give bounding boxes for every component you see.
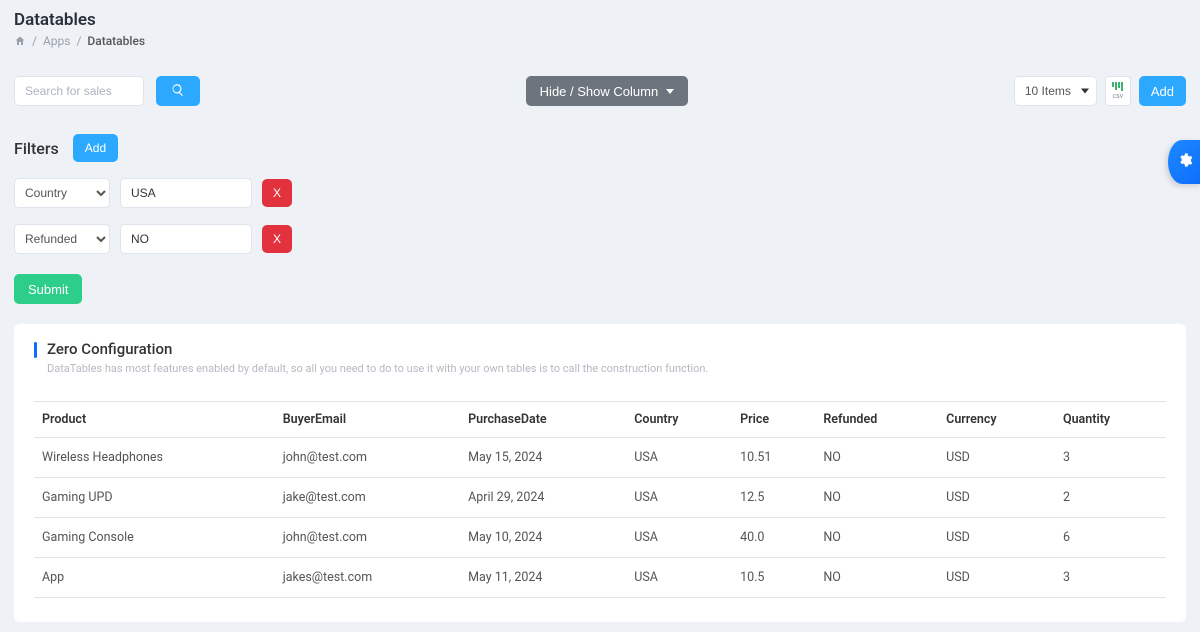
home-icon[interactable] bbox=[14, 35, 26, 47]
card-subtitle: DataTables has most features enabled by … bbox=[47, 362, 1166, 375]
filter-value-input[interactable] bbox=[120, 178, 252, 208]
table-cell: 3 bbox=[1055, 438, 1166, 478]
table-cell: NO bbox=[815, 518, 938, 558]
table-cell: 3 bbox=[1055, 558, 1166, 598]
filter-row: Refunded X bbox=[14, 224, 1186, 254]
column-header[interactable]: PurchaseDate bbox=[460, 402, 626, 438]
breadcrumb-apps[interactable]: Apps bbox=[43, 34, 71, 48]
table-cell: 10.5 bbox=[732, 558, 815, 598]
table-cell: USD bbox=[938, 478, 1055, 518]
column-header[interactable]: BuyerEmail bbox=[275, 402, 460, 438]
table-cell: USA bbox=[626, 518, 732, 558]
table-cell: May 10, 2024 bbox=[460, 518, 626, 558]
table-cell: App bbox=[34, 558, 275, 598]
table-cell: john@test.com bbox=[275, 518, 460, 558]
export-csv-button[interactable]: csv bbox=[1105, 76, 1131, 106]
filter-field-select[interactable]: Refunded bbox=[14, 224, 110, 254]
table-cell: jake@test.com bbox=[275, 478, 460, 518]
page-title: Datatables bbox=[14, 10, 1186, 30]
filter-value-input[interactable] bbox=[120, 224, 252, 254]
table-row[interactable]: Gaming Consolejohn@test.comMay 10, 2024U… bbox=[34, 518, 1166, 558]
add-button[interactable]: Add bbox=[1139, 76, 1186, 106]
table-cell: Wireless Headphones bbox=[34, 438, 275, 478]
table-row[interactable]: Gaming UPDjake@test.comApril 29, 2024USA… bbox=[34, 478, 1166, 518]
hide-show-column-button[interactable]: Hide / Show Column bbox=[526, 76, 689, 106]
table-cell: 2 bbox=[1055, 478, 1166, 518]
table-cell: 12.5 bbox=[732, 478, 815, 518]
table-cell: April 29, 2024 bbox=[460, 478, 626, 518]
search-input[interactable] bbox=[14, 76, 144, 106]
table-cell: USA bbox=[626, 558, 732, 598]
table-row[interactable]: Wireless Headphonesjohn@test.comMay 15, … bbox=[34, 438, 1166, 478]
table-cell: May 11, 2024 bbox=[460, 558, 626, 598]
column-header[interactable]: Price bbox=[732, 402, 815, 438]
table-cell: USA bbox=[626, 478, 732, 518]
gear-icon bbox=[1177, 152, 1193, 172]
remove-filter-button[interactable]: X bbox=[262, 225, 292, 253]
column-header[interactable]: Product bbox=[34, 402, 275, 438]
remove-filter-button[interactable]: X bbox=[262, 179, 292, 207]
table-cell: NO bbox=[815, 558, 938, 598]
table-cell: 40.0 bbox=[732, 518, 815, 558]
table-cell: john@test.com bbox=[275, 438, 460, 478]
add-filter-button[interactable]: Add bbox=[73, 134, 118, 162]
column-header[interactable]: Quantity bbox=[1055, 402, 1166, 438]
settings-tab[interactable] bbox=[1168, 140, 1200, 184]
breadcrumb-separator: / bbox=[32, 34, 37, 48]
breadcrumb: / Apps / Datatables bbox=[14, 34, 1186, 48]
card-accent bbox=[34, 342, 37, 358]
table-cell: USD bbox=[938, 558, 1055, 598]
table-cell: Gaming Console bbox=[34, 518, 275, 558]
data-table: ProductBuyerEmailPurchaseDateCountryPric… bbox=[34, 401, 1166, 598]
filter-row: Country X bbox=[14, 178, 1186, 208]
table-cell: NO bbox=[815, 478, 938, 518]
bar-chart-icon bbox=[1112, 82, 1123, 91]
table-cell: jakes@test.com bbox=[275, 558, 460, 598]
table-cell: May 15, 2024 bbox=[460, 438, 626, 478]
table-cell: NO bbox=[815, 438, 938, 478]
submit-button[interactable]: Submit bbox=[14, 274, 82, 304]
items-per-page-select[interactable]: 10 Items bbox=[1014, 76, 1097, 106]
column-header[interactable]: Currency bbox=[938, 402, 1055, 438]
breadcrumb-current: Datatables bbox=[87, 34, 145, 48]
search-button[interactable] bbox=[156, 76, 200, 106]
column-header[interactable]: Country bbox=[626, 402, 732, 438]
table-cell: USD bbox=[938, 438, 1055, 478]
table-row[interactable]: Appjakes@test.comMay 11, 2024USA10.5NOUS… bbox=[34, 558, 1166, 598]
breadcrumb-separator: / bbox=[76, 34, 81, 48]
filter-field-select[interactable]: Country bbox=[14, 178, 110, 208]
filters-title: Filters bbox=[14, 139, 59, 158]
csv-label: csv bbox=[1113, 92, 1124, 100]
chevron-down-icon bbox=[666, 89, 674, 94]
table-cell: 6 bbox=[1055, 518, 1166, 558]
card-zero-configuration: Zero Configuration DataTables has most f… bbox=[14, 324, 1186, 622]
table-cell: USA bbox=[626, 438, 732, 478]
card-title: Zero Configuration bbox=[47, 340, 172, 358]
table-cell: Gaming UPD bbox=[34, 478, 275, 518]
hide-show-column-label: Hide / Show Column bbox=[540, 84, 659, 99]
column-header[interactable]: Refunded bbox=[815, 402, 938, 438]
table-cell: 10.51 bbox=[732, 438, 815, 478]
search-icon bbox=[171, 83, 185, 100]
table-cell: USD bbox=[938, 518, 1055, 558]
